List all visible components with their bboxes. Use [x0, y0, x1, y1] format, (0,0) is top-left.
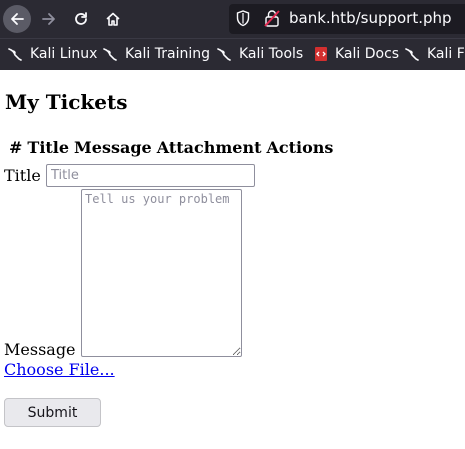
arrow-left-icon [11, 13, 24, 25]
reload-icon [75, 12, 87, 25]
kali-docs-icon [315, 47, 327, 61]
shield-icon[interactable] [236, 10, 250, 27]
bookmark-kali-docs[interactable]: Kali Docs [313, 46, 399, 62]
bookmark-label: Kali Docs [335, 46, 400, 62]
page-content: My Tickets # Title Message Attachment Action… [0, 70, 465, 449]
column-title: Title [27, 138, 70, 157]
kali-dragon-icon [217, 48, 231, 61]
column-actions: Actions [266, 138, 334, 157]
insecure-lock-icon[interactable] [263, 9, 281, 28]
bookmarks-bar: Kali Linux Kali Training Kali Tools Kali… [0, 38, 465, 70]
submit-button[interactable]: Submit [4, 398, 101, 427]
reload-button[interactable] [67, 5, 95, 33]
title-input[interactable] [46, 164, 255, 187]
kali-dragon-icon [8, 48, 22, 61]
bookmark-kali-linux[interactable]: Kali Linux [8, 46, 97, 62]
message-textarea[interactable] [81, 189, 242, 357]
column-message: Message [74, 138, 152, 157]
home-icon [106, 12, 120, 26]
column-attachment: Attachment [156, 138, 262, 157]
bookmark-kali-tools[interactable]: Kali Tools [217, 46, 303, 62]
bookmark-kali-training[interactable]: Kali Training [103, 46, 210, 62]
kali-dragon-icon [103, 48, 117, 61]
forward-button[interactable] [35, 5, 63, 33]
bookmark-label: Kali Training [125, 46, 210, 62]
bookmark-kali-forums[interactable]: Kali Fo [405, 46, 465, 62]
bookmark-label: Kali Linux [30, 46, 98, 62]
tickets-table-header: # Title Message Attachment Actions [9, 138, 338, 157]
bookmark-label: Kali Tools [239, 46, 304, 62]
kali-dragon-icon [405, 48, 419, 61]
home-button[interactable] [99, 5, 127, 33]
choose-file-link[interactable]: Choose File... [4, 360, 115, 379]
title-label: Title [4, 166, 41, 185]
bookmark-label: Kali Fo [427, 46, 465, 62]
column-number: # [9, 138, 23, 157]
message-label: Message [4, 340, 76, 359]
back-button[interactable] [3, 5, 31, 33]
page-title: My Tickets [5, 90, 128, 114]
url-text[interactable]: bank.htb/support.php [289, 9, 452, 27]
arrow-right-icon [42, 13, 55, 25]
browser-toolbar: bank.htb/support.php [0, 0, 465, 38]
